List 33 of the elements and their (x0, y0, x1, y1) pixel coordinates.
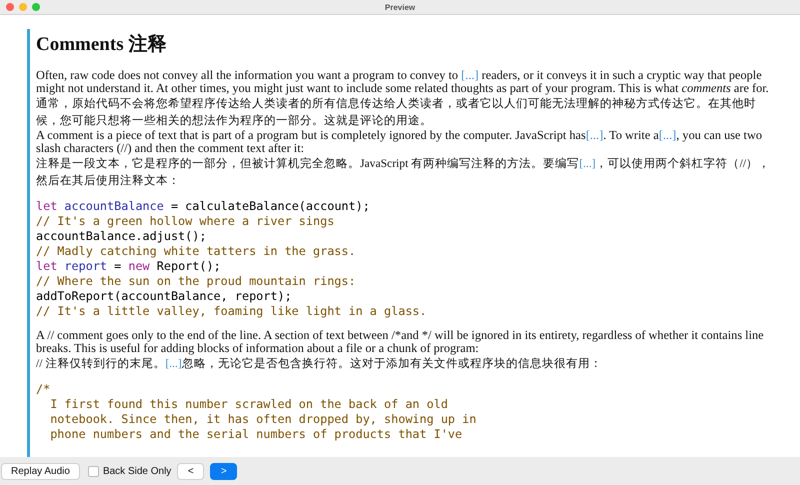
paragraph: A // comment goes only to the end of the line. A section of text between /*and */ will be ignored in its entirety, regardless of whether it contains line breaks. This is useful for adding blocks of information about a file or a chunk of program: (36, 329, 765, 355)
previous-button[interactable]: < (177, 462, 204, 480)
paragraph: Often, raw code does not convey all the information you want a program to convey to [...] readers, or it conveys it in such a cryptic way that people might not understand it. At other times, you might just want to include some related thoughts as part of your program. This is what comments are for. (36, 69, 770, 95)
code-line: let report = new Report(); (36, 259, 222, 274)
code-line: let accountBalance = calculateBalance(account); (36, 199, 371, 214)
paragraph: 通常，原始代码不会将您希望程序传达给人类读者的所有信息传达给人类读者，或者它以人们可能无法理解的神秘方式传达它。在其他时候，您可能只想将一些相关的想法作为程序的一部分。这就是评论的用途。 (36, 96, 757, 129)
heading: Comments 注释 (36, 32, 168, 57)
next-button[interactable]: > (210, 462, 238, 480)
code-line: // It's a little valley, foaming like light in a glass. (36, 304, 428, 319)
code-line: phone numbers and the serial numbers of products that I've (49, 427, 464, 442)
link[interactable]: [...] (165, 357, 182, 370)
link[interactable]: [...] (579, 157, 596, 170)
link[interactable]: [...] (461, 68, 479, 82)
close-icon[interactable] (6, 3, 14, 11)
checkbox-label[interactable]: Back Side Only (102, 466, 172, 476)
link[interactable]: [...] (658, 128, 676, 142)
link[interactable]: [...] (586, 128, 604, 142)
code-line: accountBalance.adjust(); (36, 229, 208, 244)
code-line: /* (36, 382, 52, 397)
paragraph: 注释是一段文本，它是程序的一部分，但被计算机完全忽略。JavaScript 有两种编写注释的方法。要编写[...]，可以使用两个斜杠字符（//），然后在其后使用注释文本： (36, 156, 772, 189)
window-title: Preview (384, 2, 416, 12)
paragraph: A comment is a piece of text that is part of a program but is completely ignored by the computer. JavaScript has[...]. To write a[...], you can use two slash characters (//) and then the comment text after it: (36, 129, 763, 155)
code-line: notebook. Since then, it has often dropped by, showing up in (49, 412, 478, 427)
code-line: // Madly catching white tatters in the grass. (36, 244, 357, 259)
zoom-icon[interactable] (32, 3, 40, 11)
code-line: I first found this number scrawled on the back of an old (49, 397, 449, 412)
replay-audio-button[interactable]: Replay Audio (1, 462, 80, 480)
checkbox[interactable] (88, 466, 99, 476)
minimize-icon[interactable] (19, 3, 27, 11)
code-line: // Where the sun on the proud mountain rings: (36, 274, 357, 289)
code-line: addToReport(accountBalance, report); (36, 289, 293, 304)
paragraph: // 注释仅转到行的末尾。[...]忽略，无论它是否包含换行符。这对于添加有关文件或程序块的信息块很有用： (36, 356, 603, 372)
code-line: // It's a green hollow where a river sings (36, 214, 336, 229)
